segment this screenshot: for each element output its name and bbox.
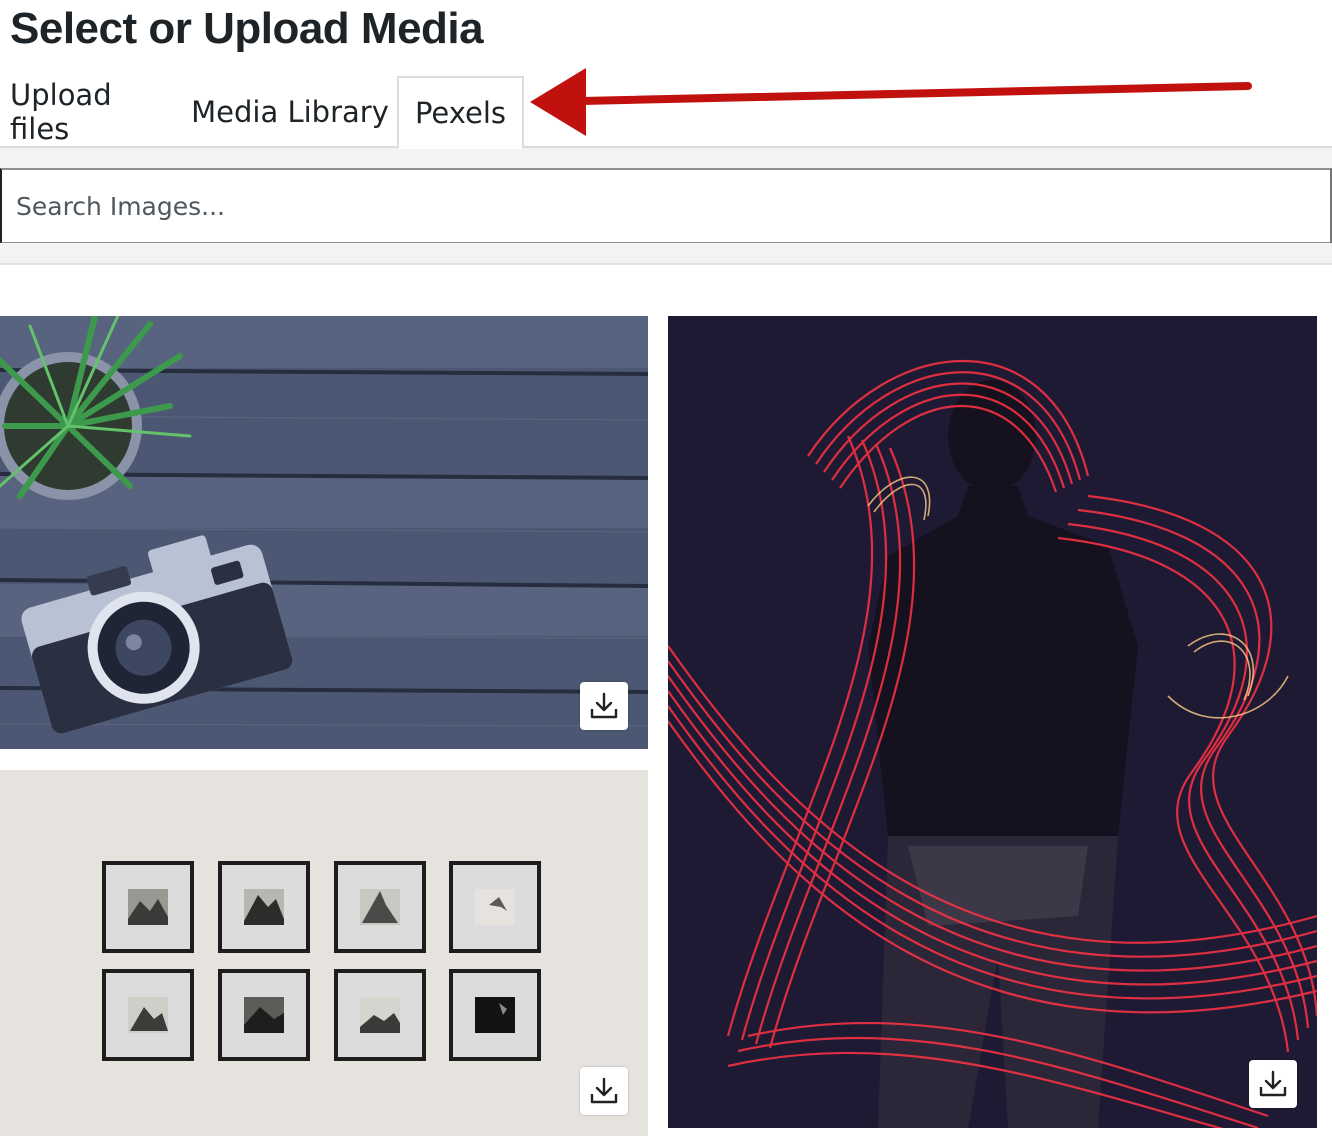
toolbar-spacer-bottom bbox=[0, 243, 1332, 265]
download-icon bbox=[1259, 1070, 1287, 1097]
gallery-image-light-trails[interactable] bbox=[668, 316, 1317, 1128]
download-button[interactable] bbox=[1249, 1060, 1297, 1108]
search-input[interactable] bbox=[0, 168, 1332, 244]
annotation-arrow bbox=[530, 68, 1252, 136]
gallery-image-camera[interactable] bbox=[0, 316, 648, 749]
download-button[interactable] bbox=[580, 682, 628, 730]
download-icon bbox=[590, 692, 618, 719]
gallery-image-frames[interactable] bbox=[0, 770, 648, 1136]
download-button[interactable] bbox=[580, 1067, 628, 1115]
toolbar-spacer bbox=[0, 148, 1332, 170]
download-icon bbox=[590, 1077, 618, 1104]
